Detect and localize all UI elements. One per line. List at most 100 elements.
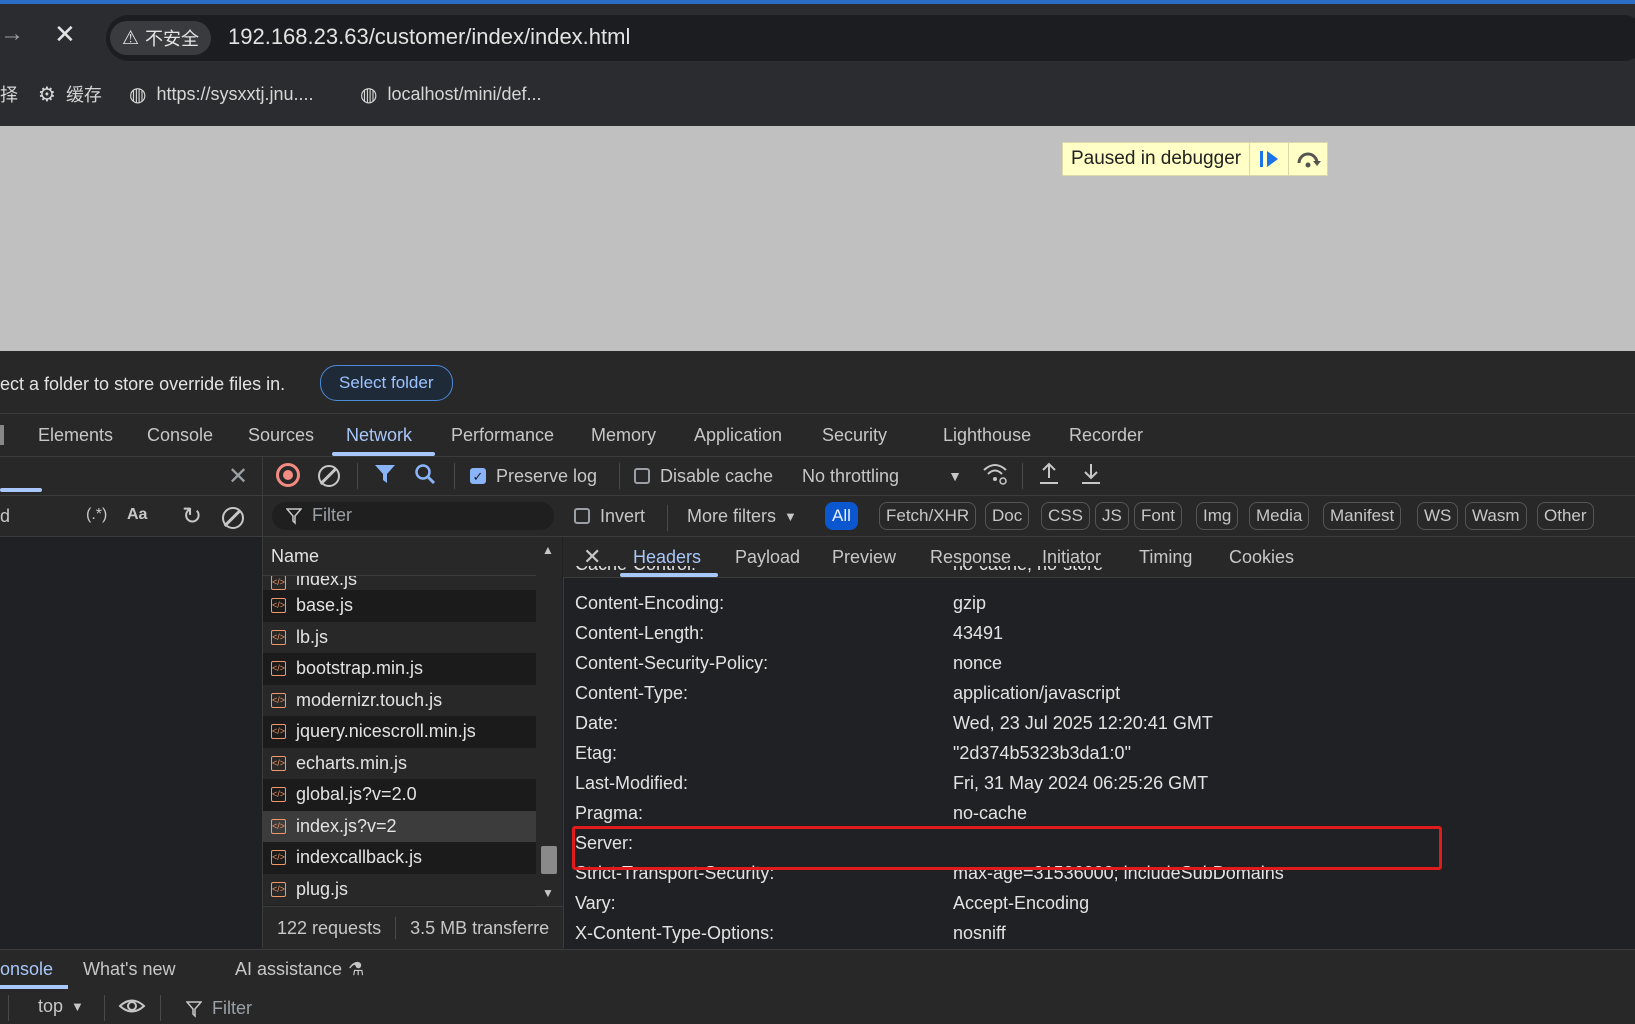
checkbox-unchecked-icon [574, 508, 590, 524]
disable-cache-checkbox[interactable]: Disable cache [634, 463, 773, 489]
search-input-fragment[interactable]: d [0, 506, 10, 527]
tab-elements[interactable]: Elements [38, 414, 113, 456]
checkbox-checked-icon: ✓ [470, 468, 486, 484]
tab-application[interactable]: Application [694, 414, 782, 456]
filter-chip-font[interactable]: Font [1134, 502, 1183, 530]
filter-chip-img[interactable]: Img [1196, 502, 1239, 530]
bookmark-item[interactable]: ◍ https://sysxxtj.jnu.... [129, 80, 314, 108]
header-row: Etag: "2d374b5323b3da1:0" [575, 743, 1131, 763]
forward-arrow-icon[interactable]: → [0, 22, 24, 46]
step-over-button[interactable] [1288, 143, 1327, 175]
script-file-icon: </> [271, 818, 286, 834]
scroll-up-icon[interactable]: ▲ [542, 543, 554, 557]
filter-placeholder: Filter [312, 505, 352, 525]
scroll-down-icon[interactable]: ▼ [542, 886, 554, 900]
drawer-tab-console[interactable]: onsole [0, 949, 53, 989]
filter-icon [286, 507, 302, 525]
toolbar-divider [454, 463, 455, 489]
clear-log-button[interactable] [318, 463, 340, 489]
request-row[interactable]: </> plug.js [263, 873, 536, 905]
live-expression-button[interactable] [118, 995, 146, 1022]
export-har-button[interactable] [1080, 461, 1102, 487]
tab-performance[interactable]: Performance [451, 414, 554, 456]
resume-button[interactable] [1249, 143, 1288, 175]
script-file-icon: </> [271, 881, 286, 897]
filter-chip-css[interactable]: CSS [1041, 502, 1090, 530]
script-file-icon: </> [271, 629, 286, 645]
toolbar-divider [1022, 463, 1023, 489]
warning-icon: ⚠ [122, 27, 140, 49]
regex-toggle[interactable]: (.*) [86, 506, 107, 524]
context-selector[interactable]: top ▼ [38, 996, 84, 1017]
security-label: 不安全 [145, 29, 200, 49]
header-row: Content-Security-Policy: nonce [575, 653, 1003, 673]
request-row[interactable]: </> echarts.min.js [263, 747, 536, 779]
bookmark-item[interactable]: 择 [0, 80, 18, 108]
tab-lighthouse[interactable]: Lighthouse [943, 414, 1031, 456]
script-file-icon: </> [271, 576, 286, 590]
script-file-icon: </> [271, 850, 286, 866]
filter-toggle-button[interactable] [374, 461, 396, 487]
filter-chip-fetch-xhr[interactable]: Fetch/XHR [879, 502, 977, 530]
device-toolbar-icon[interactable] [0, 425, 4, 445]
header-row: Cache-Control:no-cache, no-store [575, 566, 1625, 584]
select-folder-button[interactable]: Select folder [320, 365, 453, 401]
request-row[interactable]: </> index.js [263, 576, 536, 590]
search-results-pane [0, 537, 263, 948]
bookmark-item[interactable]: ⚙ 缓存 [38, 80, 102, 108]
filter-chip-wasm[interactable]: Wasm [1465, 502, 1527, 530]
more-filters-dropdown[interactable]: More filters ▼ [687, 503, 797, 529]
stop-recording-button[interactable] [276, 463, 300, 487]
dropdown-arrow-icon: ▼ [784, 508, 797, 524]
url-text[interactable]: 192.168.23.63/customer/index/index.html [228, 24, 630, 50]
resume-icon [1260, 151, 1264, 167]
step-over-icon [1297, 152, 1322, 168]
stop-loading-icon[interactable]: ✕ [54, 21, 78, 47]
summary-divider [395, 917, 397, 939]
request-row[interactable]: </> jquery.nicescroll.min.js [263, 716, 536, 748]
preserve-log-checkbox[interactable]: ✓ Preserve log [470, 463, 597, 489]
filter-chip-js[interactable]: JS [1095, 502, 1129, 530]
checkbox-unchecked-icon [634, 468, 650, 484]
clear-icon [318, 465, 340, 487]
request-row[interactable]: </> bootstrap.min.js [263, 653, 536, 685]
request-row[interactable]: </> modernizr.touch.js [263, 684, 536, 716]
match-case-toggle[interactable]: Aa [127, 506, 147, 524]
tab-security[interactable]: Security [822, 414, 887, 456]
filter-chip-doc[interactable]: Doc [985, 502, 1030, 530]
filter-chip-all[interactable]: All [825, 502, 858, 530]
drawer-tab-whats-new[interactable]: What's new [83, 949, 175, 989]
throttling-select[interactable]: No throttling ▼ [802, 463, 962, 489]
tab-console[interactable]: Console [147, 414, 213, 456]
invert-checkbox[interactable]: Invert [574, 503, 645, 529]
script-file-icon: </> [271, 787, 286, 803]
filter-chip-ws[interactable]: WS [1417, 502, 1459, 530]
search-button[interactable] [414, 461, 436, 487]
import-har-button[interactable] [1038, 461, 1060, 487]
active-tab-indicator [332, 452, 435, 456]
filter-chip-manifest[interactable]: Manifest [1323, 502, 1402, 530]
close-search-icon[interactable]: ✕ [228, 462, 248, 491]
tab-memory[interactable]: Memory [591, 414, 656, 456]
clear-search-button[interactable] [222, 505, 244, 531]
request-row[interactable]: </> global.js?v=2.0 [263, 779, 536, 811]
request-row-selected[interactable]: </> index.js?v=2 [263, 810, 536, 842]
globe-icon: ◍ [360, 83, 378, 106]
filter-chip-other[interactable]: Other [1537, 502, 1594, 530]
refresh-search-icon[interactable]: ↻ [182, 503, 202, 530]
filter-icon [186, 1000, 202, 1018]
tab-network[interactable]: Network [346, 414, 412, 456]
network-conditions-button[interactable] [982, 461, 1008, 487]
scrollbar-thumb[interactable] [541, 846, 557, 874]
request-row[interactable]: </> lb.js [263, 621, 536, 653]
request-row[interactable]: </> indexcallback.js [263, 842, 536, 874]
bookmark-item[interactable]: ◍ localhost/mini/def... [360, 80, 542, 108]
drawer-tab-ai-assistance[interactable]: AI assistance ⚗ [235, 949, 364, 989]
filter-chip-media[interactable]: Media [1249, 502, 1310, 530]
console-filter-input[interactable]: Filter [186, 998, 252, 1019]
tab-sources[interactable]: Sources [248, 414, 314, 456]
request-row[interactable]: </> base.js [263, 590, 536, 622]
tab-recorder[interactable]: Recorder [1069, 414, 1143, 456]
name-column-header[interactable]: Name [263, 537, 536, 576]
security-indicator[interactable]: ⚠ 不安全 [110, 21, 212, 55]
